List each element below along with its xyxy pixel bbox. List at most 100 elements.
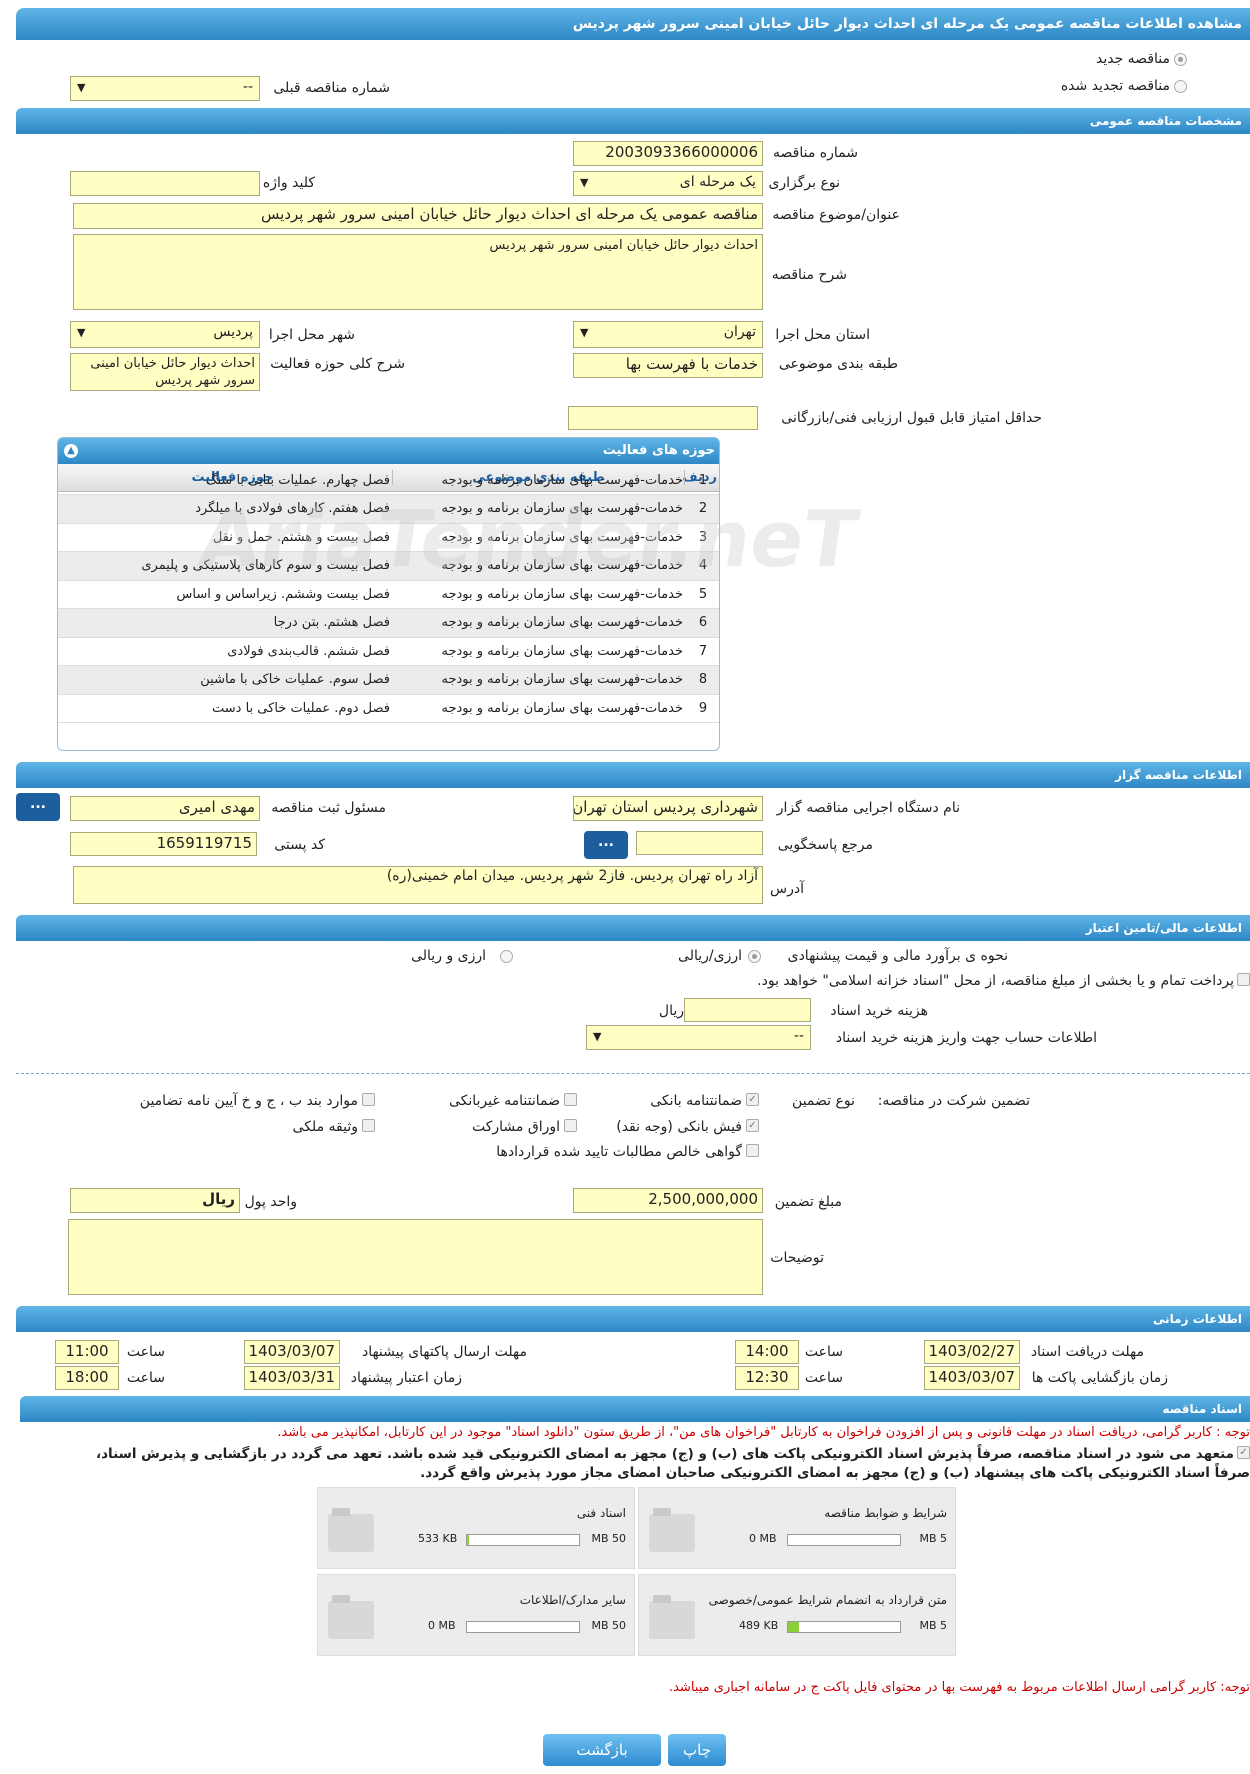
cash-receipt-label: فیش بانکی (وجه نقد) — [616, 1119, 742, 1135]
document-file-used: 489 KB — [739, 1619, 779, 1632]
tender-number-label: شماره مناقصه — [773, 145, 858, 161]
send-time-field: 11:00 — [55, 1340, 119, 1364]
cash-receipt-checkbox[interactable]: ✓ — [746, 1119, 759, 1132]
responsible-label: مسئول ثبت مناقصه — [271, 800, 386, 816]
type-select[interactable]: یک مرحله ای ▼ — [573, 171, 763, 196]
document-file-name: اسناد فنی — [576, 1506, 626, 1520]
document-file-box[interactable]: اسناد فنی 50 MB 533 KB — [317, 1487, 635, 1569]
postal-label: کد پستی — [274, 837, 325, 853]
documents-section-title: اسناد مناقصه — [20, 1396, 1250, 1422]
city-select[interactable]: پردیس ▼ — [70, 321, 260, 348]
activities-title: حوزه های فعالیت — [602, 443, 715, 458]
bonds-checkbox[interactable] — [564, 1119, 577, 1132]
subject-label: عنوان/موضوع مناقصه — [772, 207, 900, 223]
documents-note: توجه : کاربر گرامی، دریافت اسناد در مهلت… — [277, 1425, 1250, 1440]
document-file-name: شرایط و ضوابط مناقصه — [824, 1506, 947, 1520]
description-field: احداث دیوار حائل خیابان امینی سرور شهر پ… — [73, 234, 763, 310]
renewed-tender-label: مناقصه تجدید شده — [1060, 78, 1170, 94]
print-button[interactable]: چاپ — [668, 1734, 726, 1766]
folder-icon — [328, 1595, 374, 1639]
other-items-checkbox[interactable] — [362, 1093, 375, 1106]
open-time-label: ساعت — [804, 1370, 843, 1386]
bank-guarantee-checkbox[interactable]: ✓ — [746, 1093, 759, 1106]
general-section-title: مشخصات مناقصه عمومی — [16, 108, 1250, 134]
open-time-field: 12:30 — [735, 1366, 799, 1390]
fx-radio[interactable] — [500, 950, 513, 963]
responsible-dots-button[interactable]: ... — [16, 793, 60, 821]
min-score-field — [568, 406, 758, 430]
rial-radio[interactable] — [748, 950, 761, 963]
account-select[interactable]: -- ▼ — [586, 1025, 811, 1050]
ref-dots-button[interactable]: ... — [584, 831, 628, 859]
send-date-field: 1403/03/07 — [244, 1340, 340, 1364]
fx-option: ارزی و ریالی — [411, 948, 486, 964]
activity-row-activity: فصل دوم. عملیات خاکی با دست — [58, 694, 394, 723]
folder-icon — [649, 1508, 695, 1552]
activity-row: 6 خدمات-فهرست بهای سازمان برنامه و بودجه ف… — [58, 608, 719, 638]
ref-field — [636, 831, 763, 855]
receive-label: مهلت دریافت اسناد — [1030, 1344, 1144, 1360]
bonds-label: اوراق مشارکت — [471, 1119, 560, 1135]
valid-time-field: 18:00 — [55, 1366, 119, 1390]
document-file-used: 0 MB — [749, 1532, 777, 1545]
guarantee-label: تضمین شرکت در مناقصه: — [877, 1093, 1030, 1109]
claims-checkbox[interactable] — [746, 1144, 759, 1157]
type-value: یک مرحله ای — [679, 174, 756, 190]
commit-text-1: متعهد می شود در اسناد مناقصه، صرفاً پذیر… — [95, 1446, 1234, 1462]
province-select[interactable]: تهران ▼ — [573, 321, 763, 348]
document-file-name: متن قرارداد به انضمام شرایط عمومی/خصوصی — [708, 1593, 947, 1607]
receive-time-field: 14:00 — [735, 1340, 799, 1364]
address-label: آدرس — [770, 881, 804, 897]
non-bank-guarantee-checkbox[interactable] — [564, 1093, 577, 1106]
activity-row-category: خدمات-فهرست بهای سازمان برنامه و بودجه — [394, 466, 687, 495]
prev-number-select[interactable]: -- ▼ — [70, 76, 260, 101]
activity-row: 7 خدمات-فهرست بهای سازمان برنامه و بودجه ف… — [58, 637, 719, 666]
city-value: پردیس — [213, 324, 253, 340]
activity-row-number: 1 — [687, 466, 719, 495]
activity-row: 9 خدمات-فهرست بهای سازمان برنامه و بودجه ف… — [58, 694, 719, 723]
tender-number-field: 2003093366000006 — [573, 141, 763, 166]
chevron-down-icon: ▼ — [580, 326, 589, 339]
activity-row-activity: فصل چهارم. عملیات بنایی با سنگ — [58, 466, 394, 495]
subject-field: مناقصه عمومی یک مرحله ای احداث دیوار حائ… — [73, 203, 763, 229]
notes-field[interactable] — [68, 1219, 763, 1295]
ref-label: مرجع پاسخگویی — [777, 837, 873, 853]
document-file-max: 5 MB — [919, 1619, 947, 1632]
back-button[interactable]: بازگشت — [543, 1734, 661, 1766]
document-file-box[interactable]: متن قرارداد به انضمام شرایط عمومی/خصوصی 5… — [638, 1574, 956, 1656]
activity-row-activity: فصل هشتم. بتن درجا — [58, 608, 394, 638]
document-file-progress — [466, 1621, 580, 1633]
document-file-box[interactable]: شرایط و ضوابط مناقصه 5 MB 0 MB — [638, 1487, 956, 1569]
new-tender-radio[interactable] — [1174, 53, 1187, 66]
property-label: وثیقه ملکی — [292, 1119, 358, 1135]
doc-cost-label: هزینه خرید اسناد — [830, 1003, 928, 1019]
category-label: طبقه بندی موضوعی — [778, 356, 898, 372]
account-value: -- — [793, 1028, 804, 1044]
scope-label: شرح کلی حوزه فعالیت — [270, 356, 405, 372]
activity-row-category: خدمات-فهرست بهای سازمان برنامه و بودجه — [394, 608, 687, 638]
activity-row-number: 7 — [687, 637, 719, 666]
claims-label: گواهی خالص مطالبات تایید شده قراردادها — [496, 1144, 742, 1160]
timing-section-title: اطلاعات زمانی — [16, 1306, 1250, 1332]
property-checkbox[interactable] — [362, 1119, 375, 1132]
activity-row-category: خدمات-فهرست بهای سازمان برنامه و بودجه — [394, 637, 687, 666]
prev-number-value: -- — [242, 79, 253, 95]
progress-fill — [467, 1535, 470, 1545]
commit-checkbox[interactable]: ✓ — [1237, 1446, 1250, 1459]
folder-icon — [328, 1508, 374, 1552]
keyword-field[interactable] — [70, 171, 260, 196]
collapse-icon[interactable]: ▲ — [64, 444, 78, 458]
divider — [16, 1073, 1250, 1074]
document-file-box[interactable]: سایر مدارک/اطلاعات 50 MB 0 MB — [317, 1574, 635, 1656]
open-label: زمان بازگشایی پاکت ها — [1031, 1370, 1168, 1386]
activity-row-category: خدمات-فهرست بهای سازمان برنامه و بودجه — [394, 694, 687, 723]
currency-field: ریال — [70, 1188, 240, 1213]
account-label: اطلاعات حساب جهت واریز هزینه خرید اسناد — [835, 1030, 1097, 1046]
document-file-used: 533 KB — [418, 1532, 458, 1545]
chevron-down-icon: ▼ — [580, 176, 589, 189]
method-label: نحوه ی برآورد مالی و قیمت پیشنهادی — [787, 948, 1008, 964]
treasury-checkbox[interactable] — [1237, 973, 1250, 986]
renewed-tender-radio[interactable] — [1174, 80, 1187, 93]
city-label: شهر محل اجرا — [268, 327, 355, 343]
province-value: تهران — [723, 324, 756, 340]
